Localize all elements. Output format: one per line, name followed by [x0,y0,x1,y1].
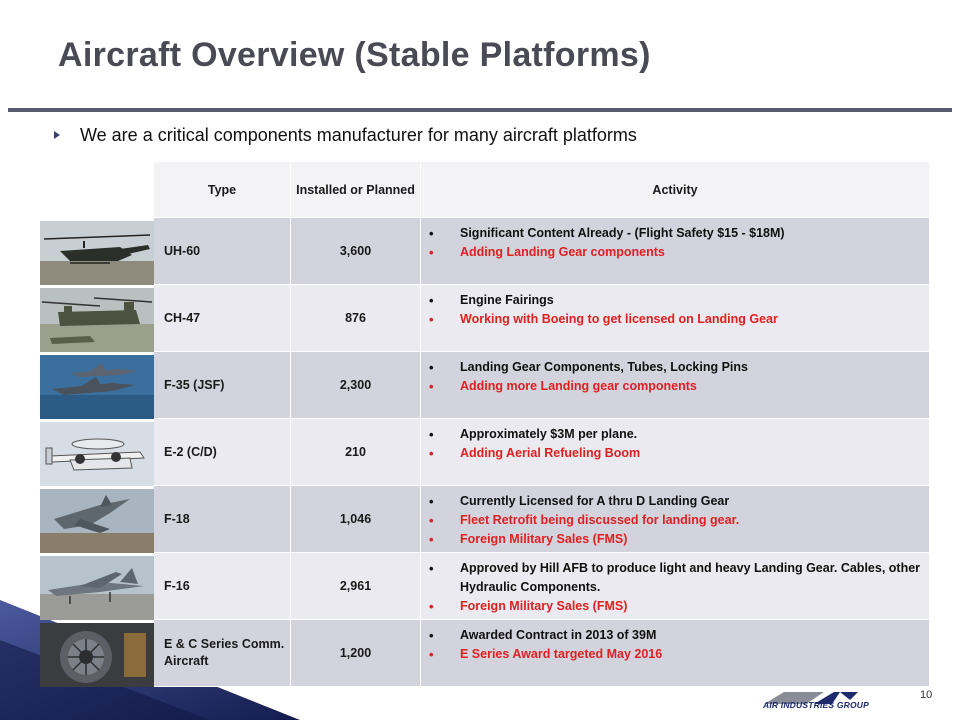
table-row: CH-47 876 • Engine Fairings • Working with Bo… [154,285,930,352]
activity-text: Working with Boeing to get licensed on L… [460,312,778,326]
uh60-helicopter-photo [40,221,154,285]
activity-text: Engine Fairings [460,293,554,307]
activity-item: • Adding Landing Gear components [429,243,929,262]
activity-text: Foreign Military Sales (FMS) [460,532,628,546]
ch47-helicopter-photo [40,288,154,352]
activity-item: • Foreign Military Sales (FMS) [429,597,929,616]
cell-type: F-35 (JSF) [154,352,291,419]
table-row: E-2 (C/D) 210 • Approximately $3M per plane… [154,419,930,486]
bullet-dot-icon: • [429,446,434,461]
cell-activity: • Currently Licensed for A thru D Landing… [421,486,930,553]
activity-item: • Approved by Hill AFB to produce light a… [429,559,929,597]
activity-item: • Working with Boeing to get licensed on … [429,310,929,329]
cell-installed: 3,600 [291,218,421,285]
activity-item: • Foreign Military Sales (FMS) [429,530,929,549]
activity-text: Foreign Military Sales (FMS) [460,599,628,613]
cell-activity: • Awarded Contract in 2013 of 39M • E Serie… [421,620,930,687]
cell-activity: • Engine Fairings • Working with Boeing to … [421,285,930,352]
logo-text: AIR INDUSTRIES GROUP [762,700,869,710]
activity-text: E Series Award targeted May 2016 [460,647,663,661]
cell-installed: 1,200 [291,620,421,687]
table-row: F-16 2,961 • Approved by Hill AFB to produc… [154,553,930,620]
cell-activity: • Significant Content Already - (Flight S… [421,218,930,285]
activity-item: • Significant Content Already - (Flight S… [429,224,929,243]
page-number: 10 [920,689,933,701]
cell-activity: • Approved by Hill AFB to produce light a… [421,553,930,620]
activity-item: • Approximately $3M per plane. [429,425,929,444]
cell-type: E & C Series Comm. Aircraft [154,620,291,687]
activity-item: • Landing Gear Components, Tubes, Locking… [429,358,929,377]
bullet-dot-icon: • [429,360,434,375]
activity-item: • Fleet Retrofit being discussed for land… [429,511,929,530]
cell-installed: 876 [291,285,421,352]
table-row: E & C Series Comm. Aircraft 1,200 • Awarded… [154,620,930,687]
activity-text: Adding Landing Gear components [460,245,665,259]
activity-item: • E Series Award targeted May 2016 [429,645,929,664]
bullet-dot-icon: • [429,561,434,576]
header-activity: Activity [421,162,930,218]
cell-installed: 2,300 [291,352,421,419]
activity-text: Approved by Hill AFB to produce light an… [460,561,921,594]
activity-text: Awarded Contract in 2013 of 39M [460,628,657,642]
cell-activity: • Approximately $3M per plane. • Adding Aer… [421,419,930,486]
bullet-dot-icon: • [429,647,434,662]
bullet-arrow-icon [54,131,60,139]
jet-engine-photo [40,623,154,687]
bullet-dot-icon: • [429,427,434,442]
bullet-dot-icon: • [429,628,434,643]
activity-item: • Awarded Contract in 2013 of 39M [429,626,929,645]
bullet-dot-icon: • [429,494,434,509]
f18-jet-photo [40,489,154,553]
activity-item: • Engine Fairings [429,291,929,310]
activity-text: Significant Content Already - (Flight Sa… [460,226,785,240]
f16-jet-photo [40,556,154,620]
title-divider [8,108,952,112]
bullet-dot-icon: • [429,226,434,241]
activity-text: Approximately $3M per plane. [460,427,638,441]
header-installed: Installed or Planned [291,162,421,218]
activity-item: • Adding more Landing gear components [429,377,929,396]
bullet-dot-icon: • [429,379,434,394]
intro-bullet-text: We are a critical components manufacture… [80,124,637,145]
cell-type: CH-47 [154,285,291,352]
e2-hawkeye-photo [40,422,154,486]
activity-text: Currently Licensed for A thru D Landing … [460,494,730,508]
table-header-row: Type Installed or Planned Activity [154,162,930,218]
f35-jets-photo [40,355,154,419]
table-row: F-18 1,046 • Currently Licensed for A thru … [154,486,930,553]
cell-type: F-16 [154,553,291,620]
cell-installed: 210 [291,419,421,486]
table-body: UH-60 3,600 • Significant Content Already -… [154,218,930,687]
activity-item: • Adding Aerial Refueling Boom [429,444,929,463]
activity-text: Fleet Retrofit being discussed for landi… [460,513,740,527]
bullet-dot-icon: • [429,293,434,308]
cell-installed: 2,961 [291,553,421,620]
intro-bullet: We are a critical components manufacture… [54,124,637,146]
header-type: Type [154,162,291,218]
cell-activity: • Landing Gear Components, Tubes, Locking… [421,352,930,419]
bullet-dot-icon: • [429,312,434,327]
bullet-dot-icon: • [429,513,434,528]
cell-type: E-2 (C/D) [154,419,291,486]
slide-title: Aircraft Overview (Stable Platforms) [58,36,651,74]
aircraft-table: Type Installed or Planned Activity UH-60… [154,162,930,687]
activity-item: • Currently Licensed for A thru D Landing… [429,492,929,511]
table-row: F-35 (JSF) 2,300 • Landing Gear Components,… [154,352,930,419]
bullet-dot-icon: • [429,532,434,547]
activity-text: Landing Gear Components, Tubes, Locking … [460,360,748,374]
cell-installed: 1,046 [291,486,421,553]
cell-type: UH-60 [154,218,291,285]
activity-text: Adding Aerial Refueling Boom [460,446,641,460]
activity-text: Adding more Landing gear components [460,379,697,393]
bullet-dot-icon: • [429,599,434,614]
table-row: UH-60 3,600 • Significant Content Already -… [154,218,930,285]
cell-type: F-18 [154,486,291,553]
bullet-dot-icon: • [429,245,434,260]
